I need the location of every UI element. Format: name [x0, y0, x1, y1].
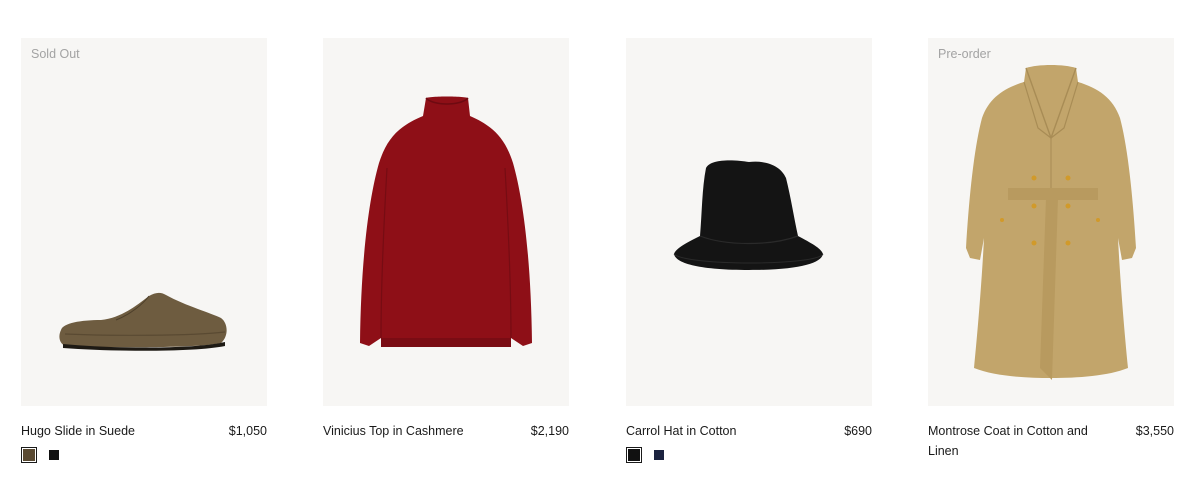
product-name[interactable]: Vinicius Top in Cashmere — [323, 421, 493, 441]
product-name[interactable]: Carrol Hat in Cotton — [626, 421, 796, 441]
color-swatches — [626, 447, 686, 466]
product-price: $3,550 — [1135, 424, 1174, 438]
product-card-vinicius-top[interactable]: Vinicius Top in Cashmere $2,190 — [323, 38, 569, 458]
bucket-hat-image — [673, 160, 824, 270]
product-name[interactable]: Montrose Coat in Cotton and Linen — [928, 421, 1098, 461]
product-card-montrose-coat[interactable]: Pre-order Montrose Coat in Cotton and Li… — [928, 38, 1174, 458]
product-image-container[interactable]: Pre-order — [928, 38, 1174, 406]
product-price: $2,190 — [530, 424, 569, 438]
trench-coat-image — [966, 65, 1136, 380]
slide-shoe-image — [59, 292, 227, 351]
product-info: Montrose Coat in Cotton and Linen $3,550 — [928, 418, 1174, 458]
color-swatches — [21, 447, 81, 466]
turtleneck-sweater-image — [360, 96, 532, 347]
product-price: $690 — [844, 424, 872, 438]
product-card-carrol-hat[interactable]: Carrol Hat in Cotton $690 — [626, 38, 872, 458]
swatch-navy[interactable] — [654, 450, 664, 460]
product-price: $1,050 — [228, 424, 267, 438]
product-name[interactable]: Hugo Slide in Suede — [21, 421, 191, 441]
product-image-container[interactable] — [626, 38, 872, 406]
product-image-container[interactable] — [323, 38, 569, 406]
swatch-black[interactable] — [49, 450, 59, 460]
product-card-hugo-slide[interactable]: Sold Out Hugo Slide in Suede $1,050 — [21, 38, 267, 458]
product-grid: Sold Out Hugo Slide in Suede $1,050 Vini… — [0, 0, 1200, 489]
swatch-brown[interactable] — [21, 447, 37, 463]
product-info: Vinicius Top in Cashmere $2,190 — [323, 418, 569, 458]
swatch-black[interactable] — [626, 447, 642, 463]
product-image-container[interactable]: Sold Out — [21, 38, 267, 406]
